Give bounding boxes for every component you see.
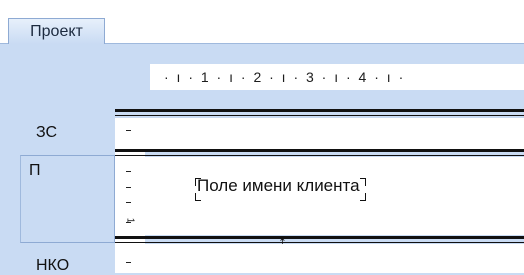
section-selector-p[interactable]: П (20, 155, 115, 243)
section-p-label: П (29, 162, 41, 179)
vruler-number: 1 (124, 217, 136, 224)
tab-project-label: Проект (30, 22, 83, 40)
section-zs-label: ЗС (36, 124, 58, 141)
section-zs-area[interactable] (145, 118, 524, 149)
section-nko-area[interactable] (145, 244, 524, 273)
section-bar[interactable] (115, 236, 524, 239)
section-nko-label: НКО (36, 257, 70, 274)
section-bar[interactable] (115, 149, 524, 152)
vruler-tick (126, 262, 131, 263)
vruler-tick (126, 202, 131, 203)
section-selector-zs[interactable]: ЗС (12, 118, 115, 148)
section-bar-line (115, 155, 524, 156)
vruler-tick (126, 171, 131, 172)
field-corner-tr (359, 178, 366, 186)
section-p-area[interactable] (145, 157, 524, 235)
section-bar-line (115, 242, 524, 243)
section-selector-nko[interactable]: НКО (12, 255, 115, 275)
client-name-field[interactable]: Поле имени клиента (195, 176, 366, 201)
field-corner-br (359, 193, 366, 201)
section-bar-line (115, 115, 524, 116)
tab-project[interactable]: Проект (8, 18, 105, 44)
ruler-marks: · ı · 1 · ı · 2 · ı · 3 · ı · 4 · ı · (164, 69, 406, 85)
client-name-field-label: Поле имени клиента (197, 176, 360, 195)
horizontal-ruler: · ı · 1 · ı · 2 · ı · 3 · ı · 4 · ı · (150, 64, 524, 90)
vruler-tick (126, 187, 131, 188)
vertical-ruler: 1 (115, 118, 145, 273)
vruler-tick (126, 130, 131, 131)
field-corner-tl (195, 178, 201, 186)
field-corner-bl (195, 193, 201, 201)
section-bar-top[interactable] (115, 109, 524, 112)
